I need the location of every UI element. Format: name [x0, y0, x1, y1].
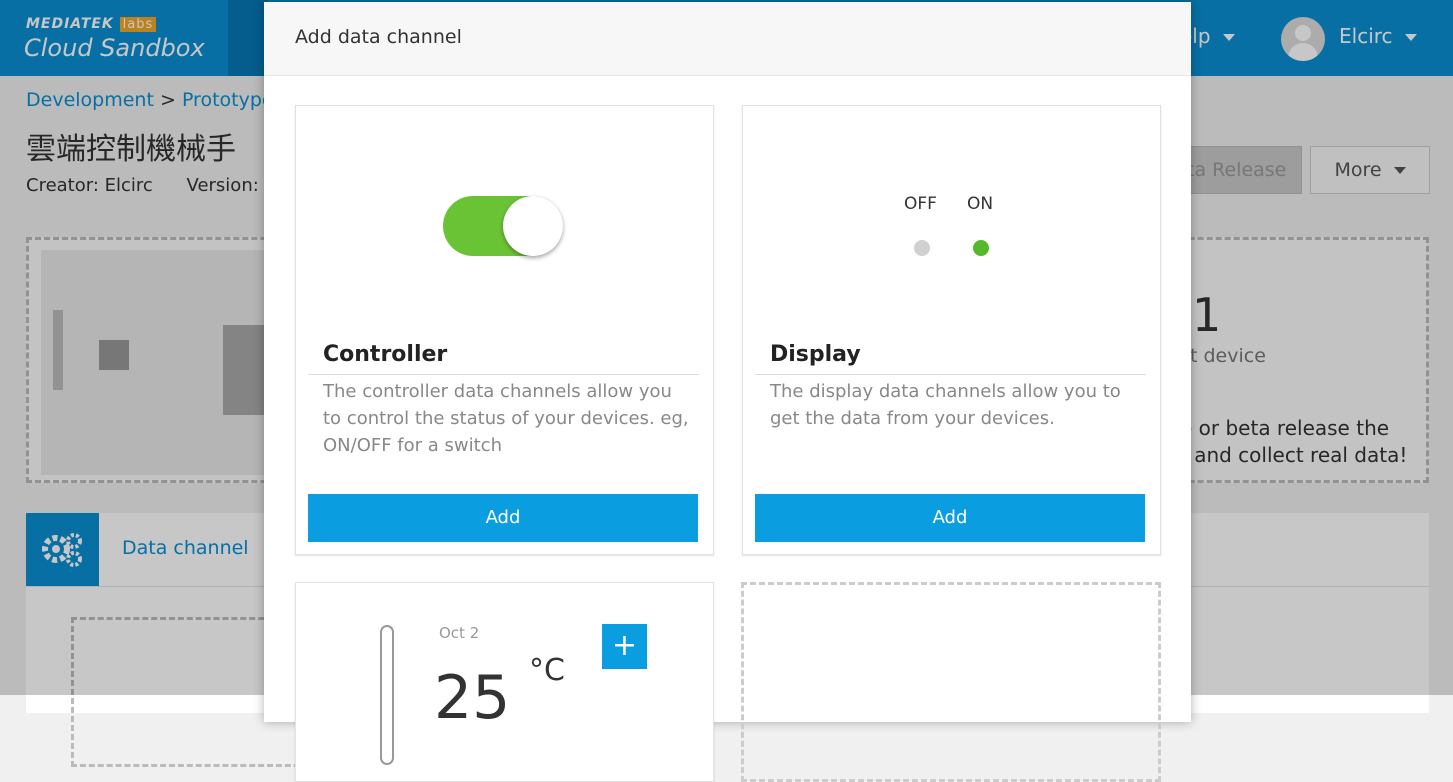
on-indicator-icon [973, 240, 989, 256]
plus-icon: + [602, 624, 647, 669]
toggle-knob [503, 196, 563, 256]
off-indicator-icon [914, 240, 930, 256]
card-description: The display data channels allow you to g… [770, 381, 1121, 429]
card-title: Display [770, 342, 861, 367]
add-display-button[interactable]: Add [755, 494, 1145, 542]
divider [308, 374, 699, 375]
display-card: OFF ON Display The display data channels… [742, 105, 1161, 555]
off-label: OFF [904, 194, 937, 214]
add-data-channel-modal: Add data channel Controller The controll… [264, 2, 1191, 782]
card-title: Controller [323, 342, 448, 367]
reading-date: Oct 2 [439, 624, 480, 642]
add-controller-button[interactable]: Add [308, 494, 698, 542]
temperature-unit: °C [529, 653, 565, 688]
divider [755, 374, 1146, 375]
on-label: ON [967, 194, 994, 214]
toggle-switch-icon [443, 196, 563, 256]
temperature-value: 25 [434, 663, 511, 733]
modal-title: Add data channel [295, 26, 462, 48]
analog-card-preview: Oct 2 25 °C + [295, 582, 714, 782]
empty-card-placeholder [741, 582, 1161, 782]
thermometer-icon [380, 625, 394, 765]
modal-header: Add data channel [264, 2, 1191, 76]
controller-card: Controller The controller data channels … [295, 105, 714, 555]
card-description: The controller data channels allow you t… [323, 381, 689, 456]
